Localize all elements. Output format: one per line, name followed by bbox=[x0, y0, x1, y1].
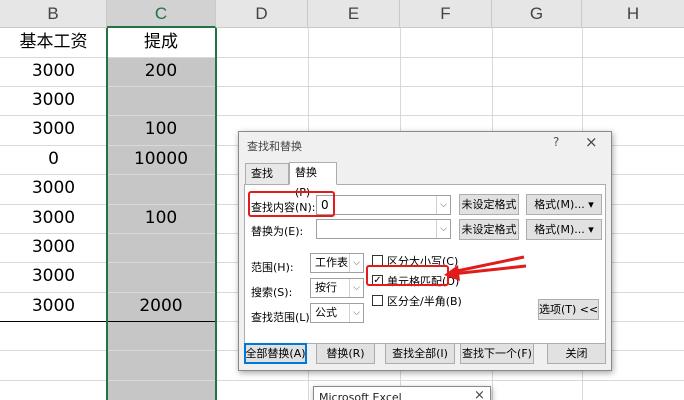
search-order-label: 搜索(S): bbox=[251, 286, 293, 299]
cell-b5[interactable]: 0 bbox=[0, 145, 107, 174]
column-header-f[interactable]: F bbox=[400, 0, 492, 28]
cell-b4[interactable]: 3000 bbox=[0, 115, 107, 144]
cell-b2[interactable]: 3000 bbox=[0, 57, 107, 86]
search-order-select[interactable]: 按行 ⌵ bbox=[310, 278, 364, 298]
find-replace-dialog: 查找和替换 ? × 查找(D) 查找内容(N): 0 ⌵ 未设定格式 格式(M)… bbox=[238, 131, 612, 371]
look-in-label: 查找范围(L): bbox=[251, 311, 314, 324]
message-dialog-title: Microsoft Excel bbox=[319, 391, 402, 400]
cell-b6[interactable]: 3000 bbox=[0, 174, 107, 203]
cell-b1[interactable]: 基本工资 bbox=[0, 28, 107, 57]
column-header-h[interactable]: H bbox=[582, 0, 684, 28]
find-next-button[interactable]: 查找下一个(F) bbox=[460, 343, 534, 364]
tab-find[interactable]: 查找(D) bbox=[245, 163, 289, 200]
cell-b7[interactable]: 3000 bbox=[0, 204, 107, 233]
options-toggle-button[interactable]: 选项(T) << bbox=[538, 299, 599, 320]
find-format-button[interactable]: 格式(M)... ▾ bbox=[526, 194, 602, 215]
cell-b10[interactable]: 3000 bbox=[0, 292, 107, 321]
look-in-select[interactable]: 公式 ⌵ bbox=[310, 303, 364, 323]
replace-format-label: 格式(M)... bbox=[534, 223, 585, 236]
look-in-dropdown-icon[interactable]: ⌵ bbox=[349, 304, 363, 322]
replace-format-preview: 未设定格式 bbox=[459, 219, 519, 240]
search-order-value: 按行 bbox=[315, 281, 337, 294]
column-header-b[interactable]: B bbox=[0, 0, 107, 28]
column-header-e[interactable]: E bbox=[308, 0, 400, 28]
look-in-value: 公式 bbox=[315, 306, 337, 319]
replace-format-button[interactable]: 格式(M)... ▾ bbox=[526, 219, 602, 240]
excel-message-dialog: Microsoft Excel × bbox=[313, 386, 491, 400]
scope-dropdown-icon[interactable]: ⌵ bbox=[349, 254, 363, 272]
dialog-title: 查找和替换 bbox=[247, 140, 302, 153]
find-format-preview: 未设定格式 bbox=[459, 194, 519, 215]
find-value-highlight-box bbox=[248, 191, 335, 217]
match-width-checkbox[interactable] bbox=[372, 295, 383, 306]
replace-all-button[interactable]: 全部替换(A) bbox=[244, 343, 307, 364]
scope-select[interactable]: 工作表 ⌵ bbox=[310, 253, 364, 273]
close-button[interactable]: 关闭 bbox=[547, 343, 606, 364]
column-c-selection-border bbox=[106, 28, 217, 400]
match-width-label[interactable]: 区分全/半角(B) bbox=[387, 293, 462, 309]
scope-label: 范围(H): bbox=[251, 261, 294, 274]
column-header-c[interactable]: C bbox=[107, 0, 216, 28]
column-header-bar: B C D E F G H bbox=[0, 0, 684, 28]
replace-format-dropdown-icon[interactable]: ▾ bbox=[588, 223, 594, 236]
search-order-dropdown-icon[interactable]: ⌵ bbox=[349, 279, 363, 297]
column-header-g[interactable]: G bbox=[492, 0, 582, 28]
cell-b8[interactable]: 3000 bbox=[0, 233, 107, 262]
find-format-dropdown-icon[interactable]: ▾ bbox=[588, 198, 594, 211]
find-format-label: 格式(M)... bbox=[534, 198, 585, 211]
message-dialog-close-icon[interactable]: × bbox=[474, 388, 485, 400]
match-cell-highlight-box bbox=[366, 265, 449, 286]
replace-history-dropdown-icon[interactable]: ⌵ bbox=[436, 220, 450, 238]
help-button[interactable]: ? bbox=[553, 135, 559, 149]
annotation-arrow-icon bbox=[444, 255, 527, 281]
scope-value: 工作表 bbox=[315, 256, 348, 269]
cell-b3[interactable]: 3000 bbox=[0, 86, 107, 115]
column-header-d[interactable]: D bbox=[216, 0, 308, 28]
tab-replace[interactable]: 替换(P) bbox=[289, 162, 337, 199]
replace-button[interactable]: 替换(R) bbox=[316, 343, 375, 364]
find-history-dropdown-icon[interactable]: ⌵ bbox=[436, 196, 450, 214]
replace-with-label: 替换为(E): bbox=[251, 225, 304, 238]
dialog-close-icon[interactable]: × bbox=[585, 133, 598, 151]
find-all-button[interactable]: 查找全部(I) bbox=[385, 343, 455, 364]
cell-b9[interactable]: 3000 bbox=[0, 262, 107, 291]
